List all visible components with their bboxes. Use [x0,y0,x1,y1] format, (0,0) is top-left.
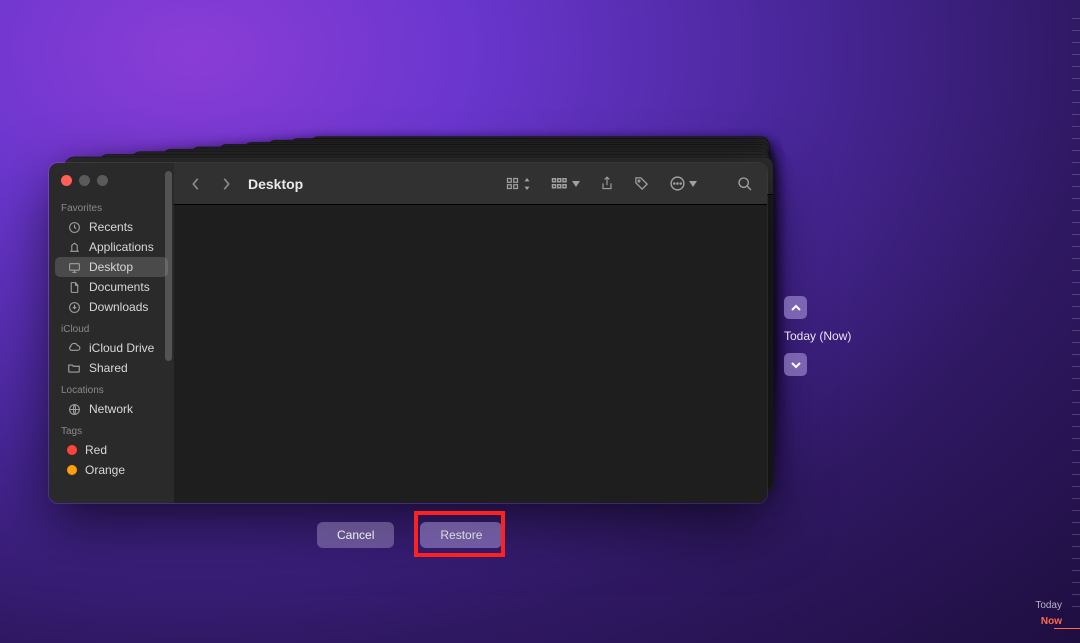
globe-icon [67,402,81,416]
timeline-now-marker [1054,628,1080,629]
nav-newer-button[interactable] [784,353,807,376]
sidebar-item-label: Downloads [89,300,148,314]
favorites-heading: Favorites [49,196,174,217]
restore-button[interactable]: Restore [420,522,502,548]
nav-older-button[interactable] [784,296,807,319]
sidebar-item-label: Desktop [89,260,133,274]
timeline-today-label: Today [1035,600,1062,611]
sidebar-item-shared[interactable]: Shared [55,358,168,378]
share-icon[interactable] [600,176,614,192]
sidebar-item-label: Applications [89,240,154,254]
group-by-icon[interactable] [551,177,580,191]
sidebar-item-applications[interactable]: Applications [55,237,168,257]
window-minimize-button[interactable] [79,175,90,186]
forward-button[interactable] [218,177,234,191]
sidebar-item-label: Red [85,443,107,457]
current-snapshot-label: Today (Now) [784,329,851,343]
applications-icon [67,240,81,254]
window-title: Desktop [248,176,303,192]
sidebar-item-downloads[interactable]: Downloads [55,297,168,317]
finder-sidebar: Favorites Recents Applications Desktop D… [49,163,174,503]
shared-folder-icon [67,361,81,375]
sidebar-item-documents[interactable]: Documents [55,277,168,297]
tag-dot-icon [67,445,77,455]
sidebar-item-recents[interactable]: Recents [55,217,168,237]
sidebar-scrollbar[interactable] [165,171,172,361]
document-icon [67,280,81,294]
finder-content-area[interactable] [174,205,767,503]
timeline-ruler[interactable] [1064,18,1080,623]
timeline-now-label: Now [1041,616,1062,627]
tag-icon[interactable] [634,176,649,191]
sidebar-item-label: Recents [89,220,133,234]
download-icon [67,300,81,314]
sidebar-item-icloud-drive[interactable]: iCloud Drive [55,338,168,358]
sidebar-item-network[interactable]: Network [55,399,168,419]
sidebar-item-label: iCloud Drive [89,341,154,355]
search-icon[interactable] [737,176,753,192]
sidebar-item-label: Shared [89,361,128,375]
cloud-icon [67,341,81,355]
back-button[interactable] [188,177,204,191]
view-toggle-icon[interactable] [505,176,531,191]
tags-heading: Tags [49,419,174,440]
sidebar-item-desktop[interactable]: Desktop [55,257,168,277]
cancel-button[interactable]: Cancel [317,522,394,548]
desktop-icon [67,260,81,274]
sidebar-tag-red[interactable]: Red [55,440,168,460]
locations-heading: Locations [49,378,174,399]
sidebar-tag-orange[interactable]: Orange [55,460,168,480]
sidebar-item-label: Orange [85,463,125,477]
finder-window: Favorites Recents Applications Desktop D… [48,162,768,504]
sidebar-item-label: Documents [89,280,150,294]
window-zoom-button[interactable] [97,175,108,186]
finder-toolbar: Desktop [174,163,767,205]
window-close-button[interactable] [61,175,72,186]
sidebar-item-label: Network [89,402,133,416]
clock-icon [67,220,81,234]
finder-main: Desktop [174,163,767,503]
time-machine-nav: Today (Now) [784,296,851,376]
tag-dot-icon [67,465,77,475]
icloud-heading: iCloud [49,317,174,338]
more-icon[interactable] [669,175,697,192]
